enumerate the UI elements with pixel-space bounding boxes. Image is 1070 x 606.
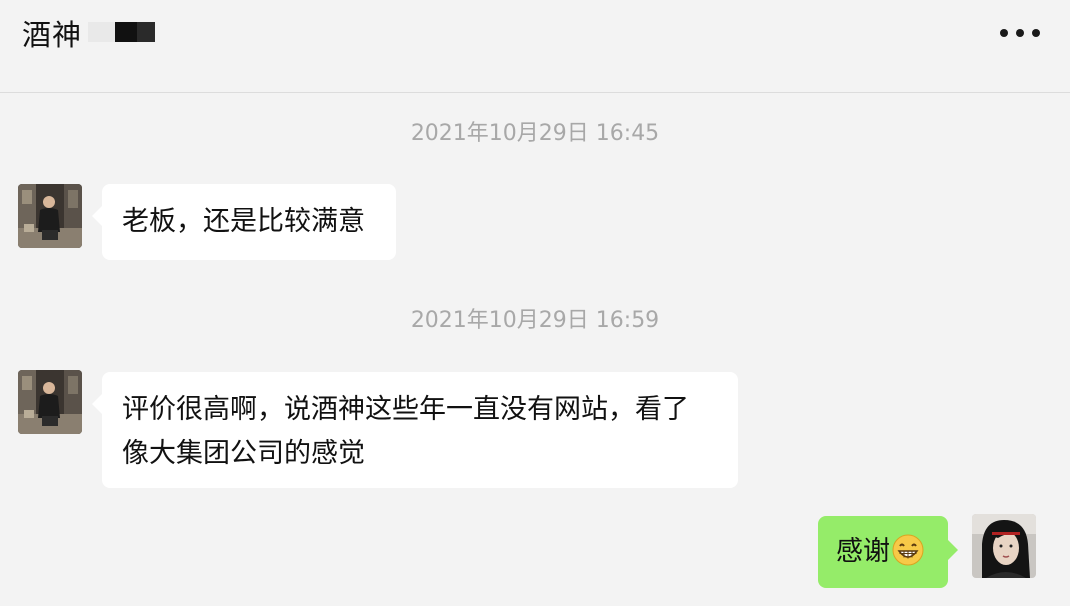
contact-avatar[interactable] [18,184,82,248]
message-timestamp: 2021年10月29日 16:45 [410,121,660,146]
chat-window: 酒神 2021年10月29日 16:45 老板，还是比较满意 2021年10月2… [0,0,1070,606]
message-text: 感谢 [836,536,890,567]
message-text-line: 评价很高啊，说酒神这些年一直没有网站，看了 [122,394,689,425]
incoming-message-bubble[interactable]: 老板，还是比较满意 [92,184,396,260]
more-dot-icon [1016,29,1024,37]
chat-title: 酒神 [22,18,83,52]
more-options-button[interactable] [1000,26,1040,40]
more-dot-icon [1000,29,1008,37]
message-text: 老板，还是比较满意 [122,206,365,237]
my-avatar[interactable] [972,514,1036,578]
incoming-message-bubble[interactable]: 评价很高啊，说酒神这些年一直没有网站，看了 像大集团公司的感觉 [92,372,738,488]
redacted-name-block [115,22,155,42]
more-dot-icon [1032,29,1040,37]
message-text-line: 像大集团公司的感觉 [122,438,365,469]
grinning-face-icon [892,534,924,566]
redacted-name-fade [88,22,115,42]
outgoing-message-bubble[interactable]: 感谢 [818,516,958,588]
chat-header: 酒神 [0,0,1070,93]
contact-avatar[interactable] [18,370,82,434]
message-timestamp: 2021年10月29日 16:59 [410,308,660,333]
